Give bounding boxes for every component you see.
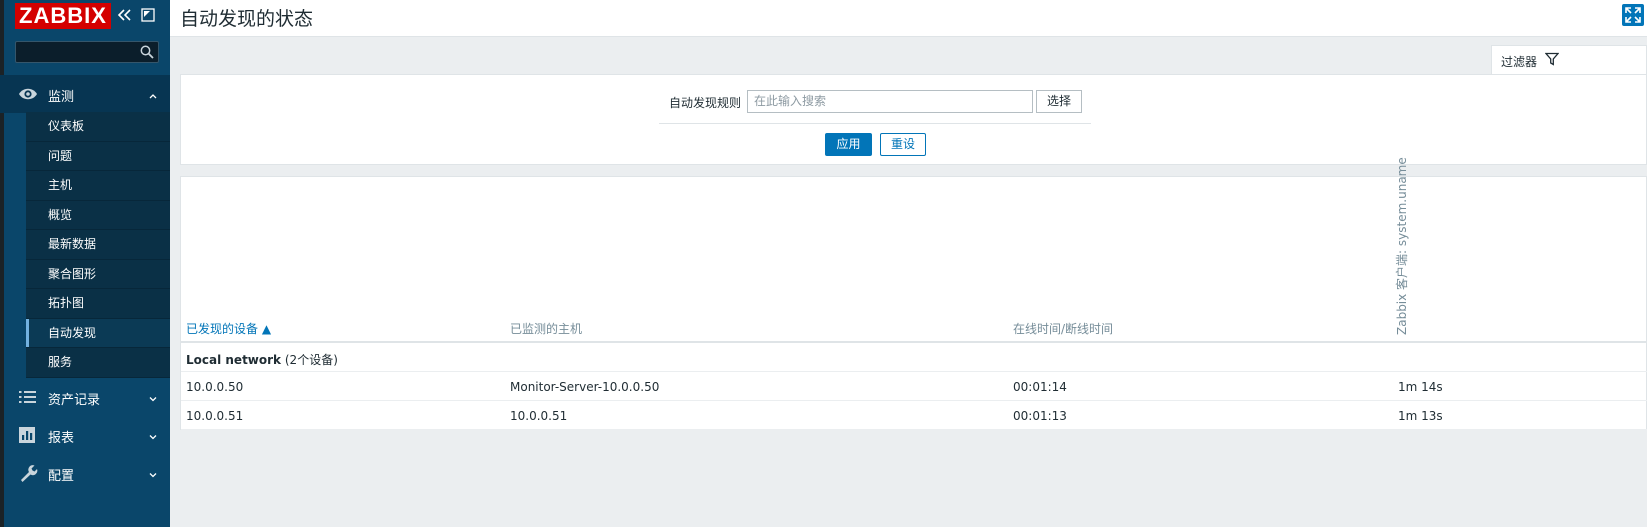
group-name: Local network [186,353,282,367]
search-icon[interactable] [140,45,154,62]
discovery-rule-input[interactable]: 在此输入搜索 [747,90,1033,113]
menu-monitoring-label: 监测 [48,90,75,105]
submenu-item-overview[interactable]: 概览 [26,200,170,230]
uptime-cell: 00:01:14 [1013,380,1067,394]
submenu-item-problems[interactable]: 问题 [26,141,170,171]
submenu-item-dashboard[interactable]: 仪表板 [26,112,170,142]
sidebar-search-input[interactable] [15,41,159,63]
device-cell: 10.0.0.50 [186,380,244,394]
monitoring-submenu: 仪表板 问题 主机 概览 最新数据 聚合图形 拓扑图 自动发现 服务 [26,112,170,378]
menu-monitoring[interactable]: 监测 [0,75,170,113]
eye-icon [18,85,38,103]
filter-tab[interactable]: 过滤器 [1491,45,1647,75]
expand-icon [1625,7,1641,23]
column-header-uptime-downtime: 在线时间/断线时间 [1013,322,1114,336]
table-row: 10.0.0.50 Monitor-Server-10.0.0.50 00:01… [181,372,1647,401]
submenu-item-latest-data[interactable]: 最新数据 [26,230,170,260]
menu-reports-label: 报表 [48,431,75,446]
list-icon [18,388,38,406]
filter-icon [1544,52,1560,69]
apply-button[interactable]: 应用 [825,133,872,156]
report-icon [18,426,38,444]
chevron-up-icon [149,89,157,99]
wrench-icon [18,464,38,482]
filter-panel: 自动发现规则 在此输入搜索 选择 应用 重设 [180,74,1647,165]
fullscreen-button[interactable] [1622,4,1644,26]
host-cell: Monitor-Server-10.0.0.50 [510,380,660,394]
host-cell: 10.0.0.51 [510,409,568,423]
discovery-table: 已发现的设备 ▲ 已监测的主机 在线时间/断线时间 Zabbix 客户端: sy… [180,157,1647,430]
check-cell: 1m 14s [1398,380,1443,394]
logo-row: ZABBIX [15,3,111,29]
page-header: 自动发现的状态 [170,0,1647,37]
submenu-item-maps[interactable]: 拓扑图 [26,289,170,319]
column-header-discovered-device[interactable]: 已发现的设备 ▲ [186,320,271,337]
menu-reports[interactable]: 报表 [0,416,170,454]
group-label: Local network (2个设备) [186,351,338,368]
chevron-down-icon [149,468,157,478]
page-title: 自动发现的状态 [180,8,314,30]
filter-tab-label: 过滤器 [1501,55,1538,69]
column-header-monitored-host: 已监测的主机 [510,322,583,336]
column-header-check: Zabbix 客户端: system.uname [1395,157,1409,335]
table-group-row: Local network (2个设备) [181,343,1647,372]
reset-button[interactable]: 重设 [880,133,926,156]
menu-inventory-label: 资产记录 [48,393,101,408]
submenu-item-services[interactable]: 服务 [26,348,170,378]
check-cell: 1m 13s [1398,409,1443,423]
filter-divider [659,123,1091,124]
chevron-down-icon [149,430,157,440]
group-count: (2个设备) [284,353,338,367]
chevron-down-icon [149,392,157,402]
select-button[interactable]: 选择 [1036,90,1082,113]
device-cell: 10.0.0.51 [186,409,244,423]
submenu-item-screens[interactable]: 聚合图形 [26,259,170,289]
table-row: 10.0.0.51 10.0.0.51 00:01:13 1m 13s [181,401,1647,430]
sidebar: ZABBIX 监测 仪表板 问题 主机 概览 最新数据 聚合图形 拓扑图 自动发… [0,0,170,527]
hide-sidebar-icon[interactable] [141,8,157,22]
discovery-rule-label: 自动发现规则 [669,96,742,110]
zabbix-logo[interactable]: ZABBIX [15,3,111,29]
menu-inventory[interactable]: 资产记录 [0,378,170,416]
menu-configuration-label: 配置 [48,469,75,484]
collapse-sidebar-icon[interactable] [117,8,133,22]
submenu-item-discovery[interactable]: 自动发现 [26,318,170,348]
uptime-cell: 00:01:13 [1013,409,1067,423]
menu-configuration[interactable]: 配置 [0,454,170,492]
submenu-item-hosts[interactable]: 主机 [26,171,170,201]
